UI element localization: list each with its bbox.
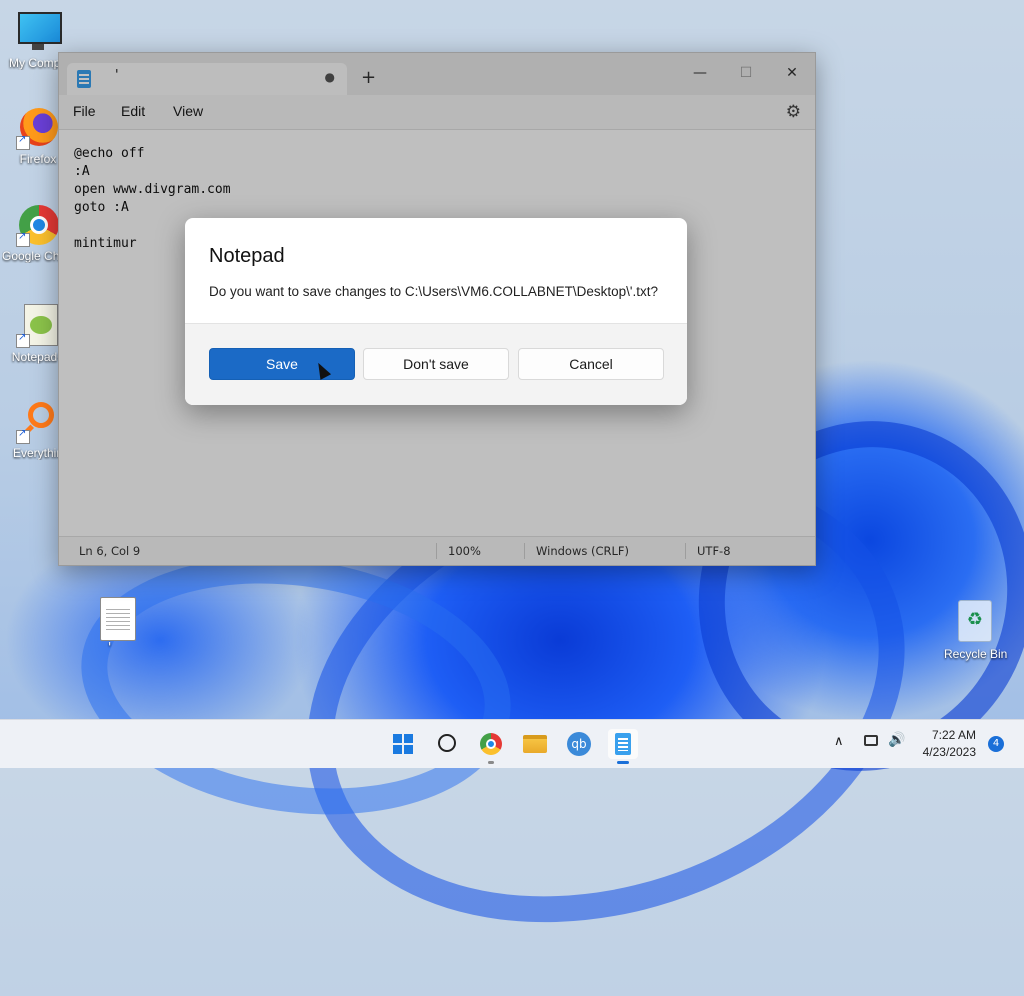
volume-icon[interactable]: 🔊 xyxy=(888,732,905,748)
desktop-file-label: ' xyxy=(108,640,112,654)
start-icon[interactable] xyxy=(388,729,418,759)
firefox-icon xyxy=(16,106,60,150)
recycle-bin-icon[interactable]: ♻ xyxy=(958,600,992,642)
computer-icon xyxy=(16,10,62,54)
qbittorrent-icon[interactable]: qb xyxy=(564,729,594,759)
tray-chevron-icon[interactable]: ∧ xyxy=(834,734,844,749)
search-icon[interactable] xyxy=(432,729,462,759)
chrome-icon xyxy=(16,203,60,247)
file-explorer-icon[interactable] xyxy=(520,729,550,759)
save-button[interactable]: Save xyxy=(209,348,355,380)
desktop-text-file-icon[interactable] xyxy=(100,597,136,641)
everything-icon xyxy=(16,400,60,444)
save-changes-dialog: Notepad Do you want to save changes to C… xyxy=(185,218,687,405)
notification-badge[interactable]: 4 xyxy=(988,736,1004,752)
dialog-message: Do you want to save changes to C:\Users\… xyxy=(209,284,659,299)
notepadpp-icon xyxy=(16,304,60,348)
notepad-icon[interactable] xyxy=(608,729,638,764)
dialog-button-bar: Save Don't save Cancel xyxy=(185,323,687,405)
cancel-button[interactable]: Cancel xyxy=(518,348,664,380)
clock-time[interactable]: 7:22 AM xyxy=(906,728,976,742)
dont-save-button[interactable]: Don't save xyxy=(363,348,509,380)
network-icon[interactable] xyxy=(864,735,878,746)
dialog-title: Notepad xyxy=(209,245,285,267)
chrome-icon[interactable] xyxy=(476,729,506,764)
taskbar: qb ∧ 🔊 7:22 AM 4/23/2023 xyxy=(0,719,1024,768)
recycle-bin-label: Recycle Bin xyxy=(944,647,1008,661)
clock-date[interactable]: 4/23/2023 xyxy=(906,745,976,759)
